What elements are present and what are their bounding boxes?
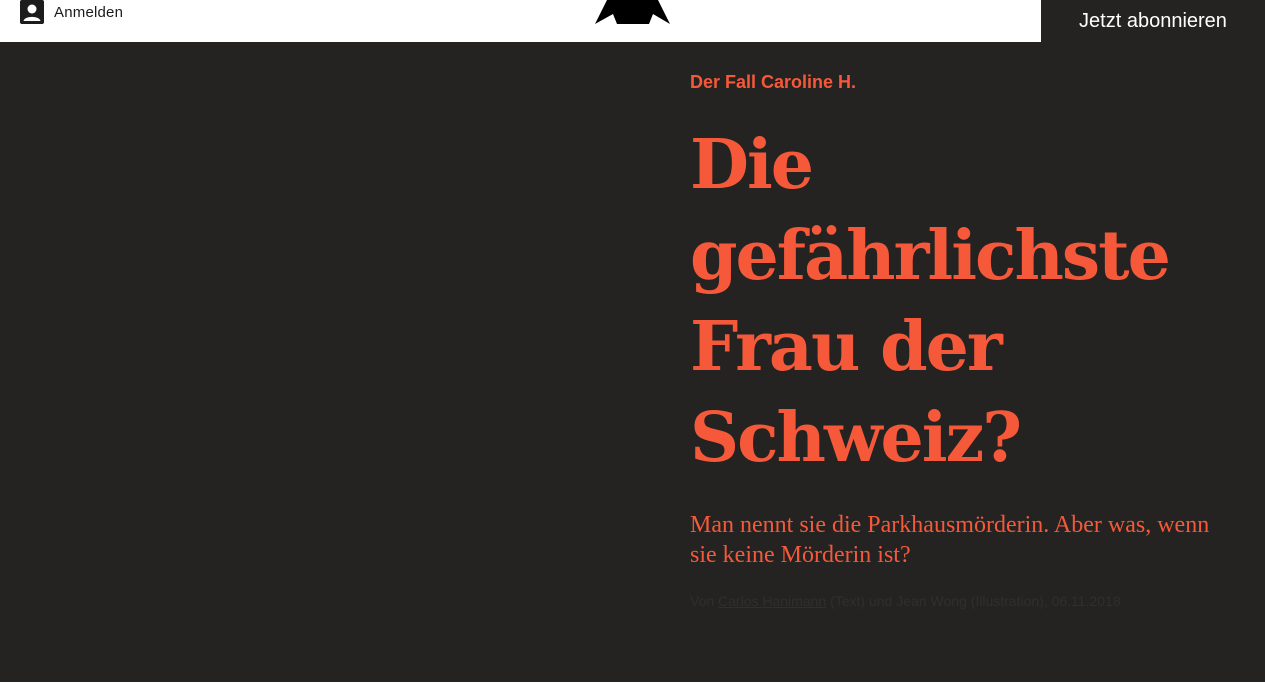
article-kicker: Der Fall Caroline H. [690, 72, 857, 92]
article-title: Die gefährlichste Frau der Schweiz? [690, 125, 1171, 478]
article-hero: Der Fall Caroline H. Die gefährlichste F… [0, 42, 1265, 682]
republik-logo[interactable] [595, 0, 670, 24]
byline-prefix: Von [690, 593, 719, 609]
article-byline: Von Carlos Hanimann (Text) und Jean Wong… [690, 593, 1121, 609]
site-header: Anmelden Jetzt abonnieren [0, 0, 1265, 42]
subscribe-label: Jetzt abonnieren [1079, 10, 1227, 32]
byline-suffix: (Text) und Jean Wong (Illustration), 06.… [826, 593, 1121, 609]
login-label: Anmelden [54, 3, 124, 21]
author-link[interactable]: Carlos Hanimann [718, 593, 826, 609]
subscribe-button[interactable]: Jetzt abonnieren [1041, 0, 1265, 42]
article-lead: Man nennt sie die Parkhausmörderin. Aber… [690, 512, 1210, 568]
login-link[interactable]: Anmelden [20, 0, 123, 24]
user-icon [20, 0, 44, 24]
